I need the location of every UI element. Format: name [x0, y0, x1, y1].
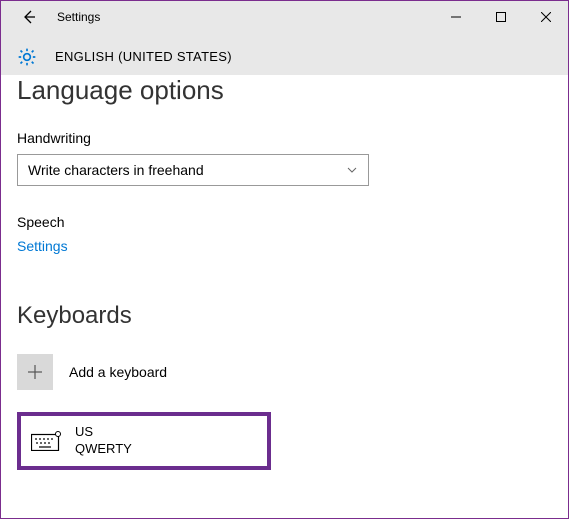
handwriting-label: Handwriting	[17, 130, 552, 146]
close-icon	[541, 12, 551, 22]
maximize-icon	[496, 12, 506, 22]
add-keyboard-button[interactable]: Add a keyboard	[17, 354, 552, 390]
back-button[interactable]	[13, 1, 45, 33]
maximize-button[interactable]	[478, 1, 523, 33]
keyboard-text: US QWERTY	[75, 424, 132, 458]
minimize-icon	[451, 12, 461, 22]
close-button[interactable]	[523, 1, 568, 33]
gear-icon	[17, 47, 37, 67]
add-keyboard-label: Add a keyboard	[69, 364, 167, 380]
titlebar: Settings	[1, 1, 568, 33]
speech-settings-link[interactable]: Settings	[17, 238, 68, 254]
minimize-button[interactable]	[433, 1, 478, 33]
handwriting-dropdown[interactable]: Write characters in freehand	[17, 154, 369, 186]
keyboards-title: Keyboards	[17, 302, 552, 330]
language-header: ENGLISH (UNITED STATES)	[55, 49, 232, 64]
plus-box	[17, 354, 53, 390]
content-area: Language options Handwriting Write chara…	[1, 75, 568, 486]
chevron-down-icon	[346, 164, 358, 176]
keyboard-icon	[31, 431, 61, 451]
page-title: Language options	[17, 75, 552, 106]
keyboard-layout: QWERTY	[75, 441, 132, 458]
window-controls	[433, 1, 568, 33]
back-arrow-icon	[21, 9, 37, 25]
plus-icon	[27, 364, 43, 380]
handwriting-dropdown-value: Write characters in freehand	[28, 162, 346, 178]
window-title: Settings	[57, 10, 100, 24]
speech-label: Speech	[17, 214, 552, 230]
keyboard-name: US	[75, 424, 132, 441]
subheader: ENGLISH (UNITED STATES)	[1, 33, 568, 81]
keyboard-item-us[interactable]: US QWERTY	[17, 412, 271, 470]
